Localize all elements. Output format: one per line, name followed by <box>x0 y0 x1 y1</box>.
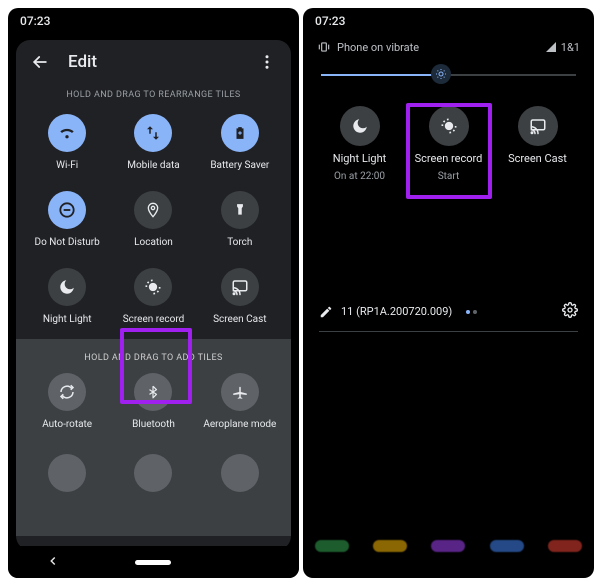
tile-label: Mobile data <box>127 160 180 171</box>
screen-record-icon <box>439 116 459 136</box>
qs-tile-night-light[interactable]: Night Light On at 22:00 <box>320 106 400 182</box>
available-tiles-section: HOLD AND DRAG TO ADD TILES Auto-rotate B… <box>16 339 291 536</box>
tile-placeholder-1[interactable] <box>24 450 110 492</box>
status-time: 07:23 <box>20 14 50 28</box>
ringer-mode[interactable]: Phone on vibrate <box>317 40 419 54</box>
tile-torch[interactable]: Torch <box>197 191 283 248</box>
phone-right: 07:23 Phone on vibrate 1&1 Night Light O… <box>303 8 594 578</box>
chevron-left-icon <box>46 554 60 568</box>
cast-icon <box>528 117 548 135</box>
add-hint: HOLD AND DRAG TO ADD TILES <box>16 339 291 371</box>
tile-label: Torch <box>227 237 252 248</box>
page-dot <box>466 310 470 314</box>
tile-night-light[interactable]: Night Light <box>24 268 110 325</box>
signal-network: 1&1 <box>545 41 580 54</box>
ringer-label: Phone on vibrate <box>337 41 419 54</box>
brightness-fill <box>321 74 441 76</box>
back-button[interactable] <box>26 48 54 76</box>
dnd-icon <box>57 200 77 220</box>
tile-label: Aeroplane mode <box>203 419 276 430</box>
tile-label: Wi-Fi <box>56 160 78 171</box>
qs-label: Screen Cast <box>508 152 567 165</box>
tile-placeholder-2[interactable] <box>110 450 196 492</box>
tile-label: Location <box>134 237 173 248</box>
torch-icon <box>233 200 247 220</box>
build-info[interactable]: 11 (RP1A.200720.009) <box>319 305 477 319</box>
tile-label: Screen Cast <box>213 314 266 325</box>
divider <box>319 331 578 332</box>
qs-tile-screen-record[interactable]: Screen record Start <box>409 106 489 182</box>
bluetooth-icon <box>146 382 160 402</box>
edit-icon <box>319 305 333 319</box>
more-vert-icon <box>258 53 276 71</box>
vibrate-icon <box>317 40 331 54</box>
tile-bluetooth[interactable]: Bluetooth <box>110 373 196 430</box>
qs-sub: Start <box>438 171 460 182</box>
tile-mobile-data[interactable]: Mobile data <box>110 114 196 171</box>
edit-header: Edit <box>16 40 291 84</box>
tile-label: Battery Saver <box>210 160 269 171</box>
rearrange-hint: HOLD AND DRAG TO REARRANGE TILES <box>16 84 291 108</box>
location-icon <box>145 200 161 220</box>
status-bar: 07:23 <box>303 8 594 34</box>
qs-label: Screen record <box>415 152 483 165</box>
qs-footer: 11 (RP1A.200720.009) <box>303 302 594 332</box>
nav-back-button[interactable] <box>46 553 60 572</box>
overflow-button[interactable] <box>253 48 281 76</box>
tile-wifi[interactable]: Wi-Fi <box>24 114 110 171</box>
active-tiles-grid: Wi-Fi Mobile data Battery Saver Do Not D… <box>16 108 291 339</box>
tile-label: Screen record <box>123 314 185 325</box>
gear-icon <box>562 302 578 318</box>
tile-battery-saver[interactable]: Battery Saver <box>197 114 283 171</box>
qs-edit-panel: Edit HOLD AND DRAG TO REARRANGE TILES Wi… <box>16 40 291 550</box>
network-label: 1&1 <box>561 41 580 54</box>
tile-dnd[interactable]: Do Not Disturb <box>24 191 110 248</box>
nav-home-button[interactable] <box>135 560 171 565</box>
battery-icon <box>233 123 247 143</box>
page-dots <box>466 310 477 314</box>
settings-button[interactable] <box>562 302 578 321</box>
brightness-thumb[interactable] <box>431 64 451 84</box>
qs-top-bar: Phone on vibrate 1&1 <box>303 34 594 58</box>
tile-location[interactable]: Location <box>110 191 196 248</box>
screen-record-icon <box>143 277 163 297</box>
nav-bar <box>8 546 299 578</box>
brightness-icon <box>435 68 447 80</box>
qs-sub: On at 22:00 <box>334 171 385 182</box>
edit-title: Edit <box>68 52 253 72</box>
status-bar: 07:23 <box>8 8 299 34</box>
page-dot <box>473 310 477 314</box>
tile-aeroplane[interactable]: Aeroplane mode <box>197 373 283 430</box>
background-app-hint <box>303 540 594 570</box>
tile-label: Do Not Disturb <box>35 237 100 248</box>
moon-icon <box>58 278 76 296</box>
signal-icon <box>545 41 557 53</box>
tile-screen-record[interactable]: Screen record <box>110 268 196 325</box>
moon-icon <box>351 117 369 135</box>
qs-tiles: Night Light On at 22:00 Screen record St… <box>303 98 594 182</box>
wifi-icon <box>57 123 77 143</box>
qs-label: Night Light <box>333 152 387 165</box>
tile-label: Night Light <box>43 314 92 325</box>
tile-label: Auto-rotate <box>42 419 92 430</box>
phone-left: 07:23 Edit HOLD AND DRAG TO REARRANGE TI… <box>8 8 299 578</box>
build-text: 11 (RP1A.200720.009) <box>341 305 452 318</box>
arrow-back-icon <box>30 52 50 72</box>
cast-icon <box>230 278 250 296</box>
swap-icon <box>144 124 162 142</box>
qs-tile-screen-cast[interactable]: Screen Cast <box>498 106 578 182</box>
status-time: 07:23 <box>315 14 345 28</box>
tile-screen-cast[interactable]: Screen Cast <box>197 268 283 325</box>
tile-auto-rotate[interactable]: Auto-rotate <box>24 373 110 430</box>
airplane-icon <box>231 383 249 401</box>
tile-label: Bluetooth <box>132 419 175 430</box>
tile-placeholder-3[interactable] <box>197 450 283 492</box>
rotate-icon <box>58 383 76 401</box>
brightness-slider[interactable] <box>321 68 576 82</box>
